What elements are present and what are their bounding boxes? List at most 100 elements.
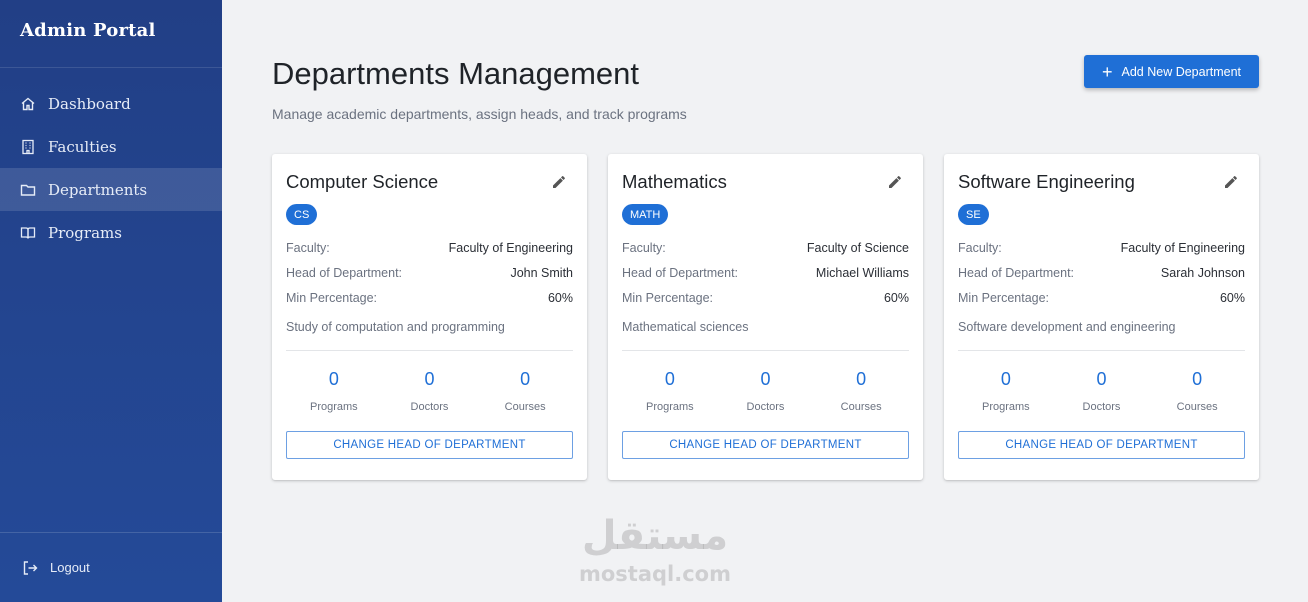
watermark: مستقل mostaql.com [575,512,735,586]
min-percentage-value: 60% [883,291,909,305]
department-description: Software development and engineering [958,320,1176,334]
page-subtitle: Manage academic departments, assign head… [272,106,687,122]
programs-stat: 0 Programs [289,369,379,413]
head-row: Head of Department: Sarah Johnson [958,266,1245,280]
watermark-latin: mostaql.com [579,562,731,586]
head-label: Head of Department: [622,266,739,280]
edit-icon[interactable] [551,174,567,190]
stats-row: 0 Programs 0 Doctors 0 Courses [286,369,573,413]
courses-count: 0 [1192,369,1203,389]
faculty-value: Faculty of Science [806,241,909,255]
logout-label: Logout [50,560,90,575]
doctors-stat: 0 Doctors [1056,369,1146,413]
doctors-count: 0 [760,369,771,389]
add-department-label: Add New Department [1121,64,1242,79]
department-card: Computer Science CS Faculty: Faculty of … [272,154,587,480]
courses-stat: 0 Courses [816,369,906,413]
folder-icon [20,182,36,198]
home-icon [20,96,36,112]
min-percentage-value: 60% [1219,291,1245,305]
programs-stat: 0 Programs [625,369,715,413]
sidebar-nav: Dashboard Faculties Departments Programs [0,68,222,254]
courses-count: 0 [856,369,867,389]
add-department-button[interactable]: + Add New Department [1084,55,1259,88]
brand-title: Admin Portal [20,20,156,41]
doctors-label: Doctors [1082,401,1121,413]
head-label: Head of Department: [286,266,403,280]
doctors-count: 0 [424,369,435,389]
department-card: Mathematics MATH Faculty: Faculty of Sci… [608,154,923,480]
watermark-arabic: مستقل [581,513,729,559]
min-percentage-row: Min Percentage: 60% [286,291,573,305]
doctors-stat: 0 Doctors [384,369,474,413]
department-name: Mathematics [622,171,727,192]
min-percentage-label: Min Percentage: [958,291,1050,305]
divider [958,350,1245,351]
sidebar-item-label: Departments [48,180,148,199]
department-cards: Computer Science CS Faculty: Faculty of … [272,154,1259,480]
stats-row: 0 Programs 0 Doctors 0 Courses [958,369,1245,413]
sidebar-item-label: Programs [48,223,122,242]
courses-count: 0 [520,369,531,389]
head-row: Head of Department: Michael Williams [622,266,909,280]
min-percentage-row: Min Percentage: 60% [622,291,909,305]
courses-stat: 0 Courses [480,369,570,413]
min-percentage-label: Min Percentage: [286,291,378,305]
logout-icon [22,560,38,576]
courses-stat: 0 Courses [1152,369,1242,413]
programs-count: 0 [328,369,339,389]
main-content: Departments Management Manage academic d… [222,0,1308,602]
doctors-stat: 0 Doctors [720,369,810,413]
faculty-value: Faculty of Engineering [448,241,573,255]
min-percentage-row: Min Percentage: 60% [958,291,1245,305]
department-code-badge: MATH [622,204,669,225]
department-card: Software Engineering SE Faculty: Faculty… [944,154,1259,480]
doctors-count: 0 [1096,369,1107,389]
sidebar-item-faculties[interactable]: Faculties [0,125,222,168]
min-percentage-label: Min Percentage: [622,291,714,305]
courses-label: Courses [504,401,546,413]
change-head-button[interactable]: CHANGE HEAD OF DEPARTMENT [622,431,909,459]
change-head-button[interactable]: CHANGE HEAD OF DEPARTMENT [958,431,1245,459]
edit-icon[interactable] [887,174,903,190]
head-row: Head of Department: John Smith [286,266,573,280]
courses-label: Courses [1176,401,1218,413]
department-code-badge: CS [286,204,318,225]
edit-icon[interactable] [1223,174,1239,190]
programs-count: 0 [1000,369,1011,389]
logout-button[interactable]: Logout [22,560,90,576]
programs-label: Programs [981,401,1030,413]
faculty-label: Faculty: [286,241,330,255]
department-description: Mathematical sciences [622,320,749,334]
plus-icon: + [1101,61,1113,82]
head-label: Head of Department: [958,266,1075,280]
faculty-label: Faculty: [622,241,666,255]
faculty-row: Faculty: Faculty of Engineering [286,241,573,255]
programs-label: Programs [645,401,694,413]
sidebar-item-label: Dashboard [48,94,131,113]
page-title: Departments Management [272,56,640,91]
programs-count: 0 [664,369,675,389]
book-icon [20,225,36,241]
sidebar-item-departments[interactable]: Departments [0,168,222,211]
programs-label: Programs [309,401,358,413]
faculty-row: Faculty: Faculty of Engineering [958,241,1245,255]
sidebar: Admin Portal Dashboard Faculties Departm… [0,0,222,602]
department-name: Software Engineering [958,171,1135,192]
sidebar-item-dashboard[interactable]: Dashboard [0,82,222,125]
faculty-value: Faculty of Engineering [1120,241,1245,255]
head-value: Michael Williams [815,266,909,280]
sidebar-item-programs[interactable]: Programs [0,211,222,254]
doctors-label: Doctors [746,401,785,413]
building-icon [20,139,36,155]
department-name: Computer Science [286,171,439,192]
min-percentage-value: 60% [547,291,573,305]
change-head-button[interactable]: CHANGE HEAD OF DEPARTMENT [286,431,573,459]
doctors-label: Doctors [410,401,449,413]
head-value: Sarah Johnson [1160,266,1245,280]
brand: Admin Portal [0,0,222,68]
faculty-label: Faculty: [958,241,1002,255]
faculty-row: Faculty: Faculty of Science [622,241,909,255]
head-value: John Smith [510,266,573,280]
divider [622,350,909,351]
